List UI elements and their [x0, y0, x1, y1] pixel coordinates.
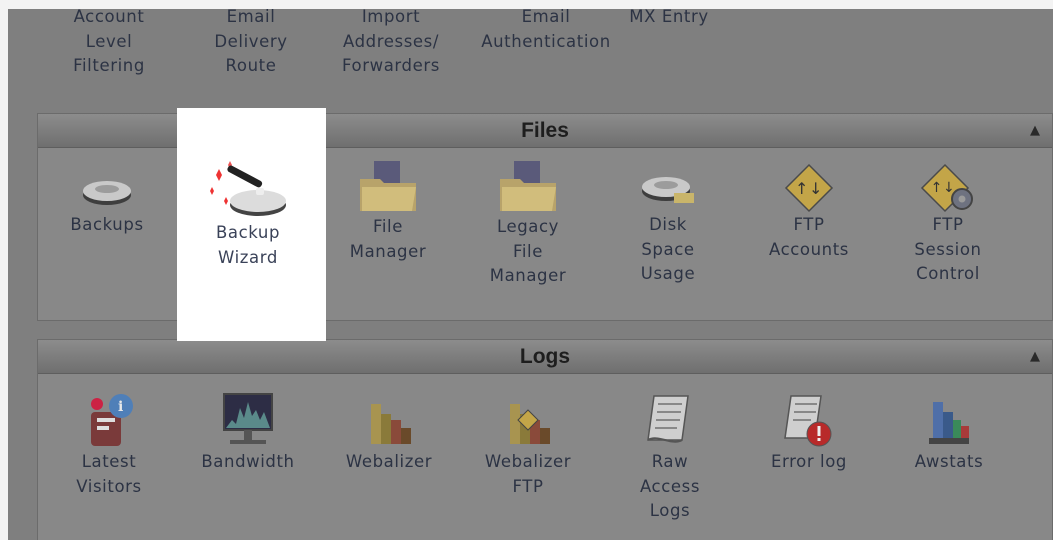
email-delivery-route-label: Email Delivery Route: [214, 9, 288, 75]
folder-icon: [500, 161, 556, 211]
email-section: Account Level Filtering Email Delivery R…: [8, 9, 1053, 89]
ftp-session-control-link[interactable]: ↑↓ FTP Session Control: [893, 163, 1003, 287]
cpanel-frame: Account Level Filtering Email Delivery R…: [8, 9, 1053, 540]
disk-space-usage-label: Disk Space Usage: [640, 215, 696, 283]
account-level-filtering-label: Account Level Filtering: [73, 9, 145, 75]
webalizer-link[interactable]: Webalizer: [334, 394, 444, 475]
bandwidth-link[interactable]: Bandwidth: [193, 393, 303, 475]
visitors-icon: i: [91, 394, 133, 446]
email-authentication-label: Email Authentication: [481, 9, 611, 51]
magic-wand-icon: [210, 161, 286, 216]
ftp-gear-icon: ↑↓: [920, 163, 973, 213]
files-panel-title: Files: [521, 119, 569, 142]
mx-entry-link[interactable]: MX Entry: [614, 9, 724, 30]
bandwidth-label: Bandwidth: [201, 452, 295, 471]
ftp-accounts-link[interactable]: ↑↓ FTP Accounts: [754, 163, 864, 262]
log-file-icon: [647, 395, 689, 443]
logs-panel-header[interactable]: Logs ▲: [38, 340, 1052, 374]
ftp-icon: ↑↓: [784, 163, 834, 213]
webalizer-ftp-link[interactable]: Webalizer FTP: [473, 394, 583, 499]
raw-access-logs-link[interactable]: Raw Access Logs: [615, 394, 725, 524]
svg-text:↑↓: ↑↓: [931, 180, 956, 196]
backups-label: Backups: [70, 215, 144, 234]
bar-chart-icon: [371, 404, 411, 444]
webalizer-ftp-label: Webalizer FTP: [484, 452, 572, 496]
ftp-session-control-label: FTP Session Control: [914, 215, 982, 283]
backup-wizard-label: Backup Wizard: [215, 223, 281, 267]
bar-chart-ftp-icon: [510, 404, 550, 444]
triangle-up-icon[interactable]: ▲: [1030, 114, 1040, 147]
latest-visitors-label: Latest Visitors: [76, 452, 142, 496]
file-manager-link[interactable]: File Manager: [333, 161, 443, 264]
import-addresses-label: Import Addresses/ Forwarders: [342, 9, 440, 75]
latest-visitors-link[interactable]: i Latest Visitors: [54, 394, 164, 499]
disk-space-usage-link[interactable]: Disk Space Usage: [613, 167, 723, 287]
disk-usage-icon: [642, 177, 694, 203]
svg-text:↑↓: ↑↓: [795, 179, 823, 198]
backups-link[interactable]: Backups: [52, 167, 162, 238]
raw-access-logs-label: Raw Access Logs: [639, 452, 701, 520]
logs-panel-title: Logs: [519, 345, 571, 368]
legacy-file-manager-link[interactable]: Legacy File Manager: [473, 161, 583, 289]
ftp-accounts-label: FTP Accounts: [768, 215, 850, 259]
account-level-filtering-link[interactable]: Account Level Filtering: [54, 9, 164, 79]
hard-drive-icon: [83, 181, 131, 205]
file-manager-label: File Manager: [349, 217, 427, 261]
error-log-icon: [784, 395, 832, 447]
backup-wizard-link[interactable]: Backup Wizard: [193, 161, 303, 270]
folder-icon: [360, 161, 416, 211]
import-addresses-link[interactable]: Import Addresses/ Forwarders: [326, 9, 456, 79]
svg-text:i: i: [118, 399, 124, 415]
email-authentication-link[interactable]: Email Authentication: [466, 9, 626, 54]
webalizer-label: Webalizer: [345, 452, 433, 471]
legacy-file-manager-label: Legacy File Manager: [489, 217, 567, 285]
awstats-label: Awstats: [914, 452, 984, 471]
email-delivery-route-link[interactable]: Email Delivery Route: [196, 9, 306, 79]
error-log-label: Error log: [770, 452, 848, 471]
awstats-link[interactable]: Awstats: [894, 394, 1004, 475]
error-log-link[interactable]: Error log: [754, 394, 864, 475]
mx-entry-label: MX Entry: [629, 9, 709, 26]
triangle-up-icon[interactable]: ▲: [1030, 340, 1040, 373]
bandwidth-icon: [223, 393, 273, 444]
awstats-icon: [929, 402, 969, 444]
